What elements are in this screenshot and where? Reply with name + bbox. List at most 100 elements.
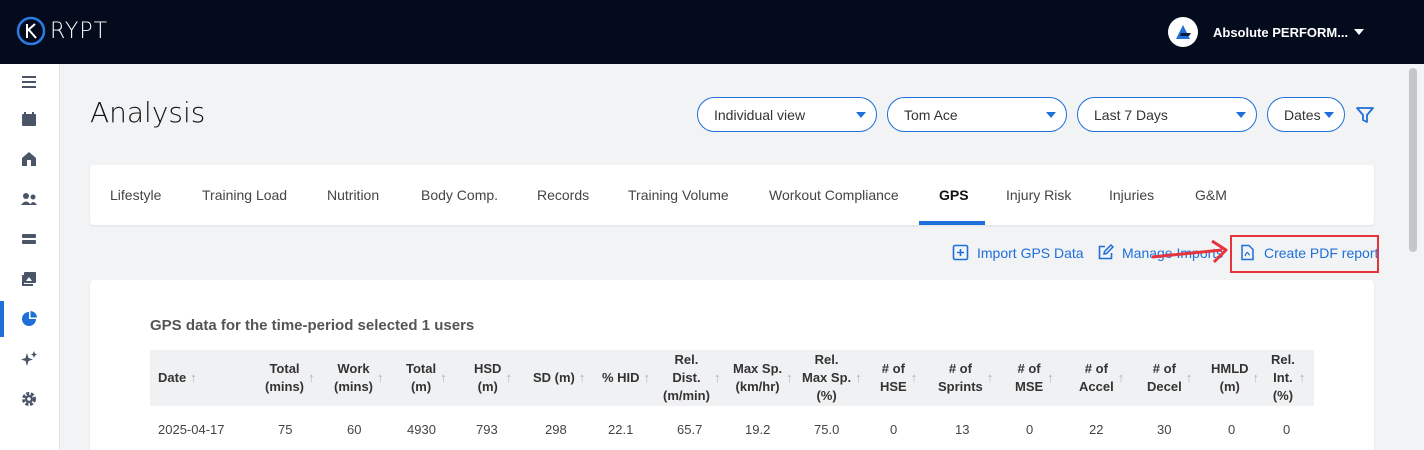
col-max-speed[interactable]: Max Sp. (km/hr) ↑ [733,350,793,406]
home-icon[interactable] [0,141,58,177]
sort-arrow-icon: ↑ [1185,370,1193,385]
pdf-button-highlight-box [1230,235,1379,273]
caret-down-icon [1236,112,1246,118]
tab-nutrition[interactable]: Nutrition [327,165,379,225]
col-rel-dist[interactable]: Rel. Dist. (m/min) ↑ [663,350,720,406]
filter-icon[interactable] [1354,104,1376,126]
dates-select[interactable]: Dates [1267,97,1345,132]
tab-lifestyle[interactable]: Lifestyle [110,165,161,225]
view-select[interactable]: Individual view [697,97,877,132]
col-label: HSD [474,361,502,376]
server-icon[interactable] [0,221,58,257]
annotation-arrow-icon [1151,239,1228,264]
col-rel-max-speed[interactable]: Rel. Max Sp. (%) ↑ [802,350,862,406]
col-num-accel[interactable]: # of Accel ↑ [1079,350,1124,406]
org-logo-icon [1176,25,1191,39]
rypt-logo-icon [16,16,46,46]
col-work-mins[interactable]: Work (mins) ↑ [334,350,384,406]
logo[interactable]: RYPT [16,16,108,46]
cell-num-sprints: 13 [955,422,970,437]
sidebar [0,64,60,450]
cell-work-mins: 60 [347,422,362,437]
tab-injuries[interactable]: Injuries [1109,165,1154,225]
page-title: Analysis [90,96,206,129]
sort-arrow-icon: ↑ [643,370,651,385]
col-label: (mins) [265,379,304,394]
col-num-decel[interactable]: # of Decel ↑ [1147,350,1192,406]
cell-total-m: 4930 [407,422,436,437]
sort-arrow-icon: ↑ [1047,370,1054,385]
caret-down-icon [1324,112,1334,118]
col-label: # of [1084,361,1108,376]
athlete-select[interactable]: Tom Ace [887,97,1067,132]
caret-down-icon [1046,112,1056,118]
cell-num-accel: 22 [1089,422,1104,437]
tab-body-comp[interactable]: Body Comp. [421,165,498,225]
period-select-value: Last 7 Days [1094,106,1168,123]
col-label: (m/min) [663,388,710,403]
tab-gm[interactable]: G&M [1195,165,1227,225]
cell-num-mse: 0 [1026,422,1034,437]
col-label: SD (m) [533,370,575,385]
cell-rel-dist: 65.7 [677,422,703,437]
col-label: Total [269,361,300,376]
col-label: (km/hr) [735,379,780,394]
brand-name: RYPT [50,18,109,44]
page-scrollbar[interactable] [1409,68,1417,252]
cell-total-mins: 75 [278,422,293,437]
sort-arrow-icon: ↑ [986,370,994,385]
sort-arrow-icon: ↑ [440,370,447,385]
sort-arrow-icon: ↑ [786,370,793,385]
col-total-m[interactable]: Total (m) ↑ [406,350,447,406]
sort-arrow-icon: ↑ [910,370,918,385]
import-gps-data-button[interactable]: Import GPS Data [952,244,1084,261]
tab-training-volume[interactable]: Training Volume [628,165,729,225]
col-total-mins[interactable]: Total (mins) ↑ [265,350,315,406]
col-date[interactable]: Date ↑ [158,350,197,406]
col-label: Max Sp. [733,361,783,376]
col-label: Int. [1273,370,1293,385]
caret-down-icon [856,112,866,118]
col-label: (m) [410,379,432,394]
tab-records[interactable]: Records [537,165,589,225]
sort-arrow-icon: ↑ [505,370,512,385]
tab-gps[interactable]: GPS [939,165,969,225]
gps-table-header: Date ↑ Total (mins) ↑ Work (mins) ↑ Total (m) ↑… [150,350,1314,406]
col-label: % HID [602,370,640,385]
analysis-pie-icon[interactable] [0,301,58,337]
cell-num-hse: 0 [890,422,898,437]
col-sd-m[interactable]: SD (m) ↑ [533,350,585,406]
col-hmld-m[interactable]: HMLD (m) ↑ [1211,350,1259,406]
col-label: Max Sp. [802,370,852,385]
dates-select-value: Dates [1284,106,1321,123]
col-label: (%) [816,388,837,403]
col-label: MSE [1015,379,1044,394]
settings-gear-icon[interactable] [0,381,58,417]
period-select[interactable]: Last 7 Days [1077,97,1257,132]
sort-arrow-icon: ↑ [377,370,384,385]
col-num-hse[interactable]: # of HSE ↑ [880,350,917,406]
org-switcher[interactable]: Absolute PERFORM... [1168,17,1365,47]
active-tab-indicator [919,221,985,225]
tab-training-load[interactable]: Training Load [202,165,287,225]
sparkle-icon[interactable] [0,341,58,377]
col-percent-hid[interactable]: % HID ↑ [602,350,650,406]
cell-num-decel: 30 [1157,422,1172,437]
col-label: Total [406,361,437,376]
menu-icon[interactable] [0,64,58,100]
col-rel-int[interactable]: Rel. Int. (%) ↑ [1271,350,1305,406]
tab-injury-risk[interactable]: Injury Risk [1006,165,1071,225]
tab-workout-compliance[interactable]: Workout Compliance [769,165,899,225]
athlete-select-value: Tom Ace [904,106,958,123]
col-num-mse[interactable]: # of MSE ↑ [1015,350,1054,406]
calendar-icon[interactable] [0,101,58,137]
cell-max-speed: 19.2 [745,422,771,437]
org-avatar [1168,17,1198,47]
gallery-icon[interactable] [0,261,58,297]
users-icon[interactable] [0,181,58,217]
cell-date: 2025-04-17 [158,422,225,437]
col-num-sprints[interactable]: # of Sprints ↑ [938,350,993,406]
col-hsd-m[interactable]: HSD (m) ↑ [474,350,512,406]
col-label: Dist. [672,370,701,385]
sort-arrow-icon: ↑ [1252,370,1260,385]
